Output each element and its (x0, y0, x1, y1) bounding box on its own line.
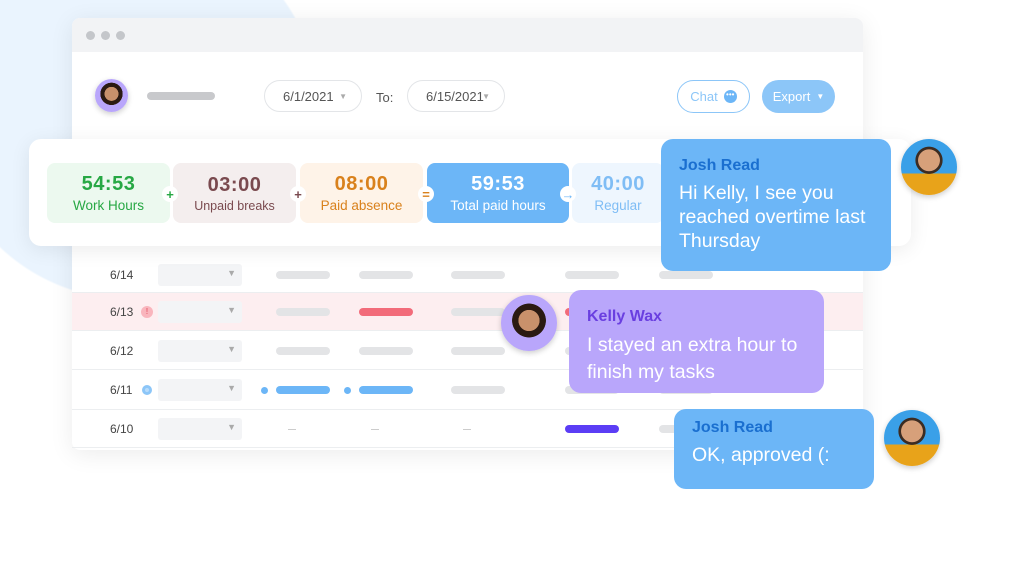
row-date: 6/10 (110, 422, 134, 436)
work-hours-box: 54:53 Work Hours (47, 163, 170, 223)
cell-bar (451, 346, 505, 355)
chat-message-kelly: Kelly Wax I stayed an extra hour to finis… (569, 290, 824, 393)
chat-bubble-icon: ••• (723, 90, 737, 103)
empty-dash (288, 429, 296, 430)
chevron-down-icon: ▼ (339, 91, 347, 101)
paid-absence-value: 08:00 (334, 173, 389, 195)
paid-absence-box: 08:00 Paid absence (300, 163, 423, 223)
chevron-down-icon: ▼ (227, 343, 236, 354)
chat-button[interactable]: Chat ••• (677, 80, 750, 113)
chat-label: Chat (690, 89, 718, 104)
regular-box: 40:00 Regular (572, 163, 664, 223)
row-type-select[interactable]: ▼ (158, 301, 242, 323)
sender-name: Josh Read (679, 157, 760, 174)
unpaid-breaks-label: Unpaid breaks (194, 198, 275, 213)
cell-bar (451, 270, 505, 279)
user-avatar[interactable] (95, 79, 128, 112)
cell-bar (359, 346, 413, 355)
paid-absence-label: Paid absence (320, 198, 403, 213)
row-type-select[interactable]: ▼ (158, 339, 242, 362)
unpaid-breaks-box: 03:00 Unpaid breaks (173, 163, 296, 223)
cell-bar (359, 270, 413, 279)
chat-message-josh: Josh Read Hi Kelly, I see you reached ove… (661, 139, 891, 271)
row-date: 6/14 (110, 267, 134, 282)
sender-name: Kelly Wax (587, 308, 662, 325)
chat-message-josh-approved: Josh Read OK, approved (: (674, 409, 874, 489)
row-date: 6/12 (110, 343, 134, 358)
cell-bar (276, 386, 330, 394)
row-date: 6/11 (110, 383, 133, 397)
dot-icon (344, 387, 351, 394)
empty-dash (463, 429, 471, 430)
alert-icon: ! (141, 306, 153, 318)
cell-bar (359, 308, 413, 316)
cell-bar (276, 270, 330, 279)
row-type-select[interactable]: ▼ (158, 263, 242, 286)
date-from-value: 6/1/2021 (283, 88, 334, 104)
unpaid-breaks-value: 03:00 (207, 173, 262, 196)
date-from-select[interactable]: 6/1/2021 ▼ (264, 80, 362, 112)
window-dot (101, 31, 110, 40)
export-label: Export (772, 89, 811, 104)
row-date: 6/13 (110, 305, 134, 319)
to-label: To: (376, 90, 394, 105)
plus-icon: + (162, 186, 178, 202)
chevron-down-icon: ▼ (227, 267, 236, 278)
josh-avatar (901, 139, 957, 195)
cell-bar (359, 386, 413, 394)
chevron-down-icon: ▼ (816, 92, 825, 101)
row-type-select[interactable]: ▼ (158, 418, 242, 440)
regular-label: Regular (594, 198, 642, 213)
export-button[interactable]: Export ▼ (762, 80, 835, 113)
date-to-select[interactable]: 6/15/2021 ▼ (407, 80, 505, 112)
cell-bar (276, 308, 330, 316)
josh-avatar (884, 410, 940, 466)
equals-icon: = (418, 186, 434, 202)
window-titlebar (72, 18, 863, 52)
cell-bar (659, 270, 713, 279)
empty-dash (371, 429, 379, 430)
total-paid-label: Total paid hours (450, 198, 546, 213)
chevron-down-icon: ▼ (227, 383, 236, 393)
cell-bar (451, 386, 505, 394)
message-text: OK, approved (: (692, 444, 830, 466)
date-to-value: 6/15/2021 (426, 88, 484, 104)
sender-name: Josh Read (692, 419, 773, 436)
chevron-down-icon: ▼ (227, 305, 236, 315)
row-type-select[interactable]: ▼ (158, 379, 242, 401)
cell-bar (565, 425, 619, 433)
info-dot-icon (142, 385, 152, 395)
chevron-down-icon: ▼ (227, 422, 236, 432)
message-text: I stayed an extra hour to finish my task… (587, 334, 798, 383)
plus-icon: + (290, 186, 306, 202)
work-hours-label: Work Hours (72, 198, 144, 213)
work-hours-value: 54:53 (81, 173, 136, 195)
total-paid-value: 59:53 (471, 173, 525, 195)
dot-icon (261, 387, 268, 394)
window-dot (86, 31, 95, 40)
regular-value: 40:00 (591, 173, 645, 195)
cell-bar (565, 270, 619, 279)
window-dot (116, 31, 125, 40)
kelly-avatar (501, 295, 557, 351)
message-text: Hi Kelly, I see you reached overtime las… (679, 182, 866, 252)
chevron-down-icon: ▼ (482, 91, 490, 101)
cell-bar (451, 308, 505, 316)
user-name-placeholder (147, 92, 215, 100)
cell-bar (276, 346, 330, 355)
arrow-right-icon: → (560, 186, 576, 202)
total-paid-box: 59:53 Total paid hours (427, 163, 569, 223)
